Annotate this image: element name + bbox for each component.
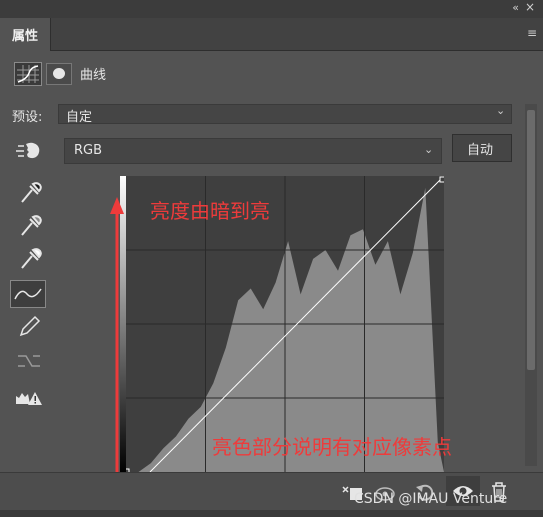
annotation-highlights: 亮色部分说明有对应像素点	[212, 435, 452, 459]
panel-bottom-strip	[0, 510, 543, 517]
scrollbar-thumb[interactable]	[527, 110, 535, 370]
watermark: CSDN @IMAU Venture	[354, 491, 508, 507]
annotation-brightness: 亮度由暗到亮	[150, 199, 270, 223]
